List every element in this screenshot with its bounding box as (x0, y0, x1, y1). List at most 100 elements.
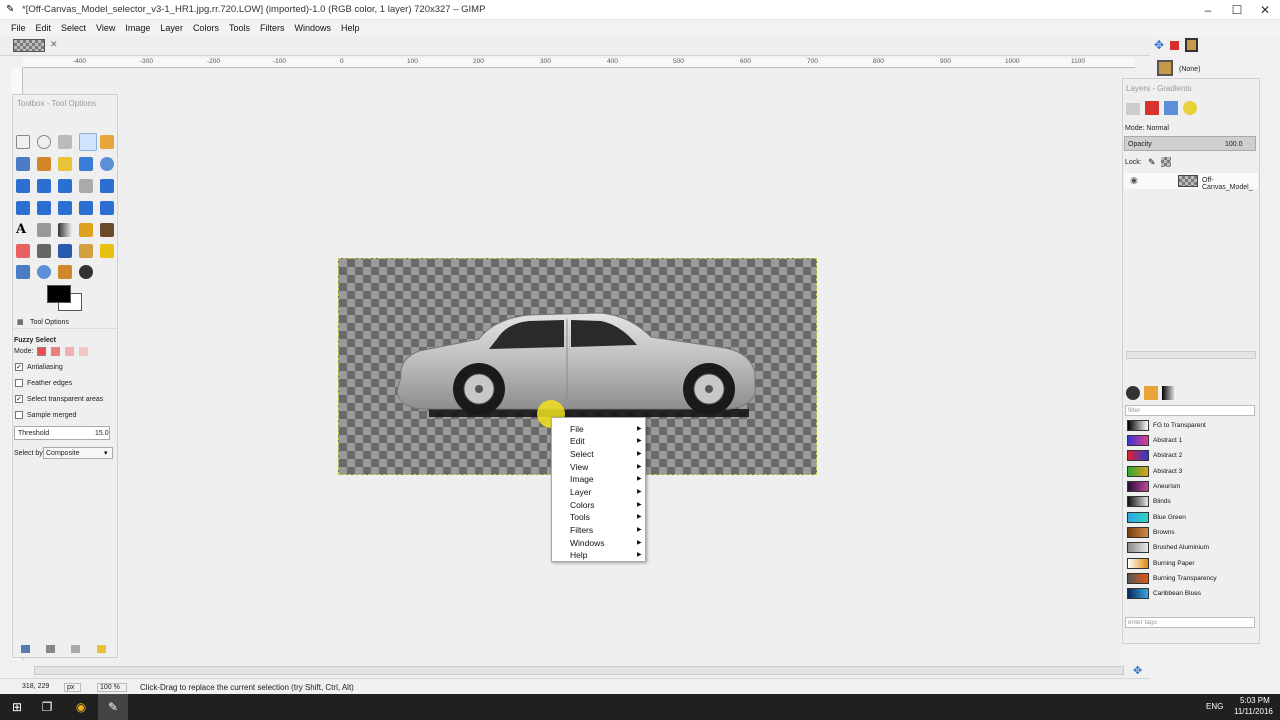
eraser-icon[interactable] (16, 244, 30, 258)
perspective-clone-icon[interactable] (16, 265, 30, 279)
color-select-icon[interactable] (100, 135, 114, 149)
paintbrush-icon[interactable] (100, 223, 114, 237)
eye-icon[interactable]: ◉ (1130, 175, 1138, 186)
shear-icon[interactable] (37, 201, 51, 215)
channels-tab-icon[interactable] (1145, 101, 1159, 115)
rect-select-icon[interactable] (16, 135, 30, 149)
measure-icon[interactable] (16, 179, 30, 193)
mode-add-icon[interactable] (51, 347, 60, 356)
airbrush-icon[interactable] (37, 244, 51, 258)
mode-subtract-icon[interactable] (65, 347, 74, 356)
zoom-dropdown[interactable]: 100 % (97, 683, 127, 692)
paths-icon[interactable] (58, 157, 72, 171)
menu-filters[interactable]: Filters (250, 21, 285, 33)
align-icon[interactable] (58, 179, 72, 193)
threshold-slider[interactable]: Threshold 15.0 (14, 426, 110, 440)
color-picker-icon[interactable] (79, 157, 93, 171)
ctx-view[interactable]: View (570, 462, 588, 472)
select-transparent-checkbox[interactable]: ✓ (15, 395, 23, 403)
cage-icon[interactable] (100, 201, 114, 215)
menu-colors[interactable]: Colors (183, 21, 219, 33)
crop-icon[interactable] (79, 179, 93, 193)
select-by-dropdown[interactable]: Composite ▾ (43, 447, 113, 459)
gradient-item[interactable]: Caribbean Blues (1127, 588, 1251, 600)
restore-options-icon[interactable] (46, 645, 55, 653)
scissors-icon[interactable] (16, 157, 30, 171)
layer-mode-dropdown[interactable]: Mode: Normal (1125, 125, 1169, 132)
opacity-slider[interactable]: Opacity 100.0 (1124, 136, 1256, 151)
ctx-help[interactable]: Help (570, 550, 587, 560)
undo-tab-icon[interactable] (1183, 101, 1197, 115)
paths-tab-icon[interactable] (1164, 101, 1178, 115)
feather-checkbox[interactable] (15, 379, 23, 387)
menu-windows[interactable]: Windows (284, 21, 331, 33)
menu-edit[interactable]: Edit (26, 21, 52, 33)
mode-intersect-icon[interactable] (79, 347, 88, 356)
ctx-select[interactable]: Select (570, 449, 594, 459)
ctx-image[interactable]: Image (570, 474, 594, 484)
stop-icon[interactable] (1170, 41, 1179, 50)
layers-tab-icon[interactable] (1126, 103, 1140, 115)
ctx-colors[interactable]: Colors (570, 500, 595, 510)
gradient-item[interactable]: Abstract 1 (1127, 435, 1251, 447)
free-select-icon[interactable] (58, 135, 72, 149)
gradient-item[interactable]: Aneurism (1127, 481, 1251, 493)
gradient-item[interactable]: Browns (1127, 527, 1251, 539)
perspective-icon[interactable] (58, 201, 72, 215)
windows-start-icon[interactable]: ⊞ (2, 694, 32, 720)
gradient-item[interactable]: FG to Transparent (1127, 420, 1251, 432)
blend-icon[interactable] (58, 223, 72, 237)
pencil-icon[interactable] (79, 223, 93, 237)
canvas-hscroll[interactable] (34, 666, 1124, 675)
antialiasing-checkbox[interactable]: ✓ (15, 363, 23, 371)
menu-help[interactable]: Help (331, 21, 360, 33)
gimp-taskbar-icon[interactable]: ✎ (98, 694, 128, 720)
layer-row[interactable]: ◉ Off-Canvas_Model_ (1124, 173, 1258, 191)
layers-hscroll[interactable] (1126, 351, 1256, 359)
close-tab-icon[interactable]: ✕ (50, 39, 58, 50)
gradients-tab-icon[interactable] (1162, 386, 1176, 400)
brushes-tab-icon[interactable] (1126, 386, 1140, 400)
foreground-select-icon[interactable] (37, 157, 51, 171)
menu-file[interactable]: File (0, 21, 26, 33)
zoom-icon[interactable] (100, 157, 114, 171)
gradient-item[interactable]: Abstract 3 (1127, 466, 1251, 478)
blur-icon[interactable] (37, 265, 51, 279)
clock-date[interactable]: 11/11/2016 (1234, 707, 1273, 716)
gradient-filter-input[interactable]: filter (1125, 405, 1255, 416)
task-view-icon[interactable]: ❐ (32, 694, 62, 720)
heal-icon[interactable] (100, 244, 114, 258)
ctx-windows[interactable]: Windows (570, 538, 604, 548)
fuzzy-select-icon[interactable] (79, 133, 97, 151)
clone-icon[interactable] (79, 244, 93, 258)
minimize-button[interactable]: – (1193, 0, 1223, 20)
menu-image[interactable]: Image (115, 21, 150, 33)
tags-input[interactable]: enter tags (1125, 617, 1255, 628)
save-options-icon[interactable] (21, 645, 30, 653)
reset-options-icon[interactable] (97, 645, 106, 653)
ctx-edit[interactable]: Edit (570, 436, 585, 446)
gradient-item[interactable]: Burning Transparency (1127, 573, 1251, 585)
tool-options-tab[interactable]: ▦ Tool Options (13, 317, 117, 329)
flip-icon[interactable] (79, 201, 93, 215)
scale-icon[interactable] (16, 201, 30, 215)
smudge-icon[interactable] (58, 265, 72, 279)
clipboard-brush-icon[interactable] (1157, 60, 1173, 76)
lock-alpha-icon[interactable] (1161, 157, 1171, 167)
gradient-item[interactable]: Blinds (1127, 496, 1251, 508)
delete-options-icon[interactable] (71, 645, 80, 653)
image-tab-thumbnail[interactable] (13, 39, 45, 52)
clock-time[interactable]: 5:03 PM (1240, 696, 1270, 705)
input-language[interactable]: ENG (1206, 702, 1223, 711)
gradient-item[interactable]: Burning Paper (1127, 558, 1251, 570)
clipboard-icon[interactable] (1185, 38, 1198, 52)
move-tool-icon[interactable] (37, 179, 51, 193)
ellipse-select-icon[interactable] (37, 135, 51, 149)
navigate-icon[interactable]: ✥ (1133, 664, 1142, 677)
lock-pixels-icon[interactable]: ✎ (1148, 157, 1156, 168)
menu-view[interactable]: View (86, 21, 115, 33)
menu-layer[interactable]: Layer (150, 21, 183, 33)
ctx-layer[interactable]: Layer (570, 487, 591, 497)
bucket-fill-icon[interactable] (37, 223, 51, 237)
gradient-item[interactable]: Abstract 2 (1127, 450, 1251, 462)
